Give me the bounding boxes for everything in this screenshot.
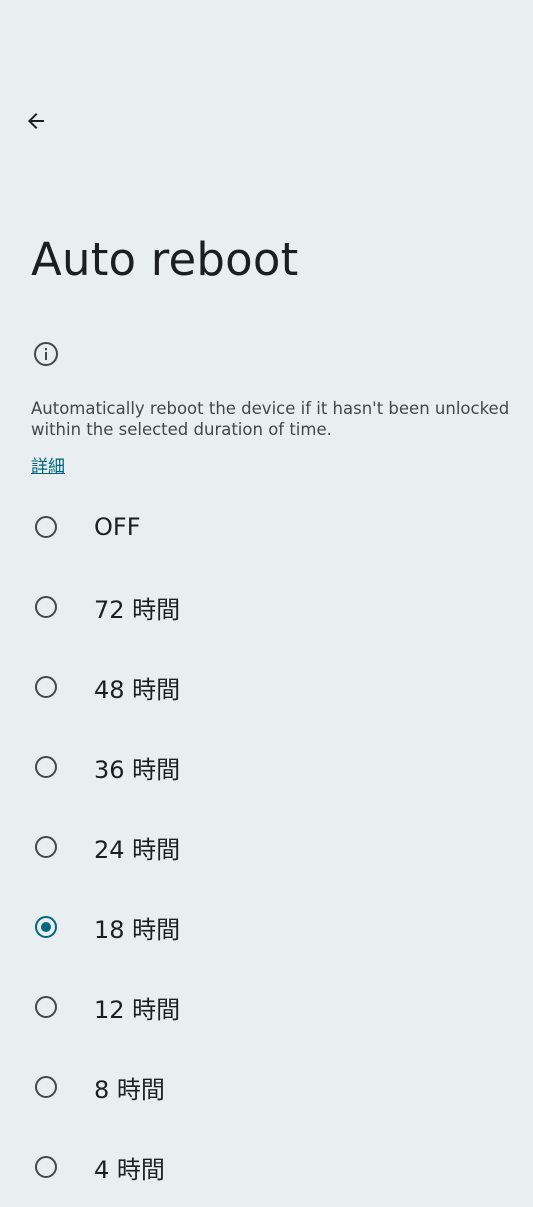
- radio-button[interactable]: [35, 596, 57, 618]
- option-8-hours[interactable]: 8 時間: [0, 1047, 533, 1127]
- radio-button[interactable]: [35, 1076, 57, 1098]
- option-12-hours[interactable]: 12 時間: [0, 967, 533, 1047]
- radio-button[interactable]: [35, 676, 57, 698]
- option-label: 8 時間: [94, 1075, 165, 1104]
- option-label: 36 時間: [94, 755, 181, 784]
- option-label: 72 時間: [94, 595, 181, 624]
- option-label: 18 時間: [94, 915, 181, 944]
- radio-button[interactable]: [35, 996, 57, 1018]
- option-label: 24 時間: [94, 835, 181, 864]
- radio-button[interactable]: [35, 756, 57, 778]
- option-48-hours[interactable]: 48 時間: [0, 647, 533, 727]
- radio-button[interactable]: [35, 1156, 57, 1178]
- option-label: 48 時間: [94, 675, 181, 704]
- option-72-hours[interactable]: 72 時間: [0, 567, 533, 647]
- description-text: Automatically reboot the device if it ha…: [31, 399, 510, 439]
- back-button[interactable]: [16, 101, 56, 141]
- option-label: 4 時間: [94, 1155, 165, 1184]
- option-label: 12 時間: [94, 995, 181, 1024]
- learn-more-link[interactable]: 詳細: [31, 455, 65, 479]
- arrow-back-icon: [28, 113, 44, 129]
- radio-button[interactable]: [35, 836, 57, 858]
- option-4-hours[interactable]: 4 時間: [0, 1127, 533, 1207]
- option-off[interactable]: OFF: [0, 487, 533, 567]
- info-icon: [34, 342, 58, 366]
- radio-button[interactable]: [35, 516, 57, 538]
- option-36-hours[interactable]: 36 時間: [0, 727, 533, 807]
- option-label: OFF: [94, 513, 141, 541]
- page-title: Auto reboot: [31, 233, 299, 286]
- option-18-hours[interactable]: 18 時間: [0, 887, 533, 967]
- option-24-hours[interactable]: 24 時間: [0, 807, 533, 887]
- radio-button[interactable]: [35, 916, 57, 938]
- reboot-options-list: OFF 72 時間 48 時間 36 時間 24 時間 18 時間 12 時間 …: [0, 487, 533, 1207]
